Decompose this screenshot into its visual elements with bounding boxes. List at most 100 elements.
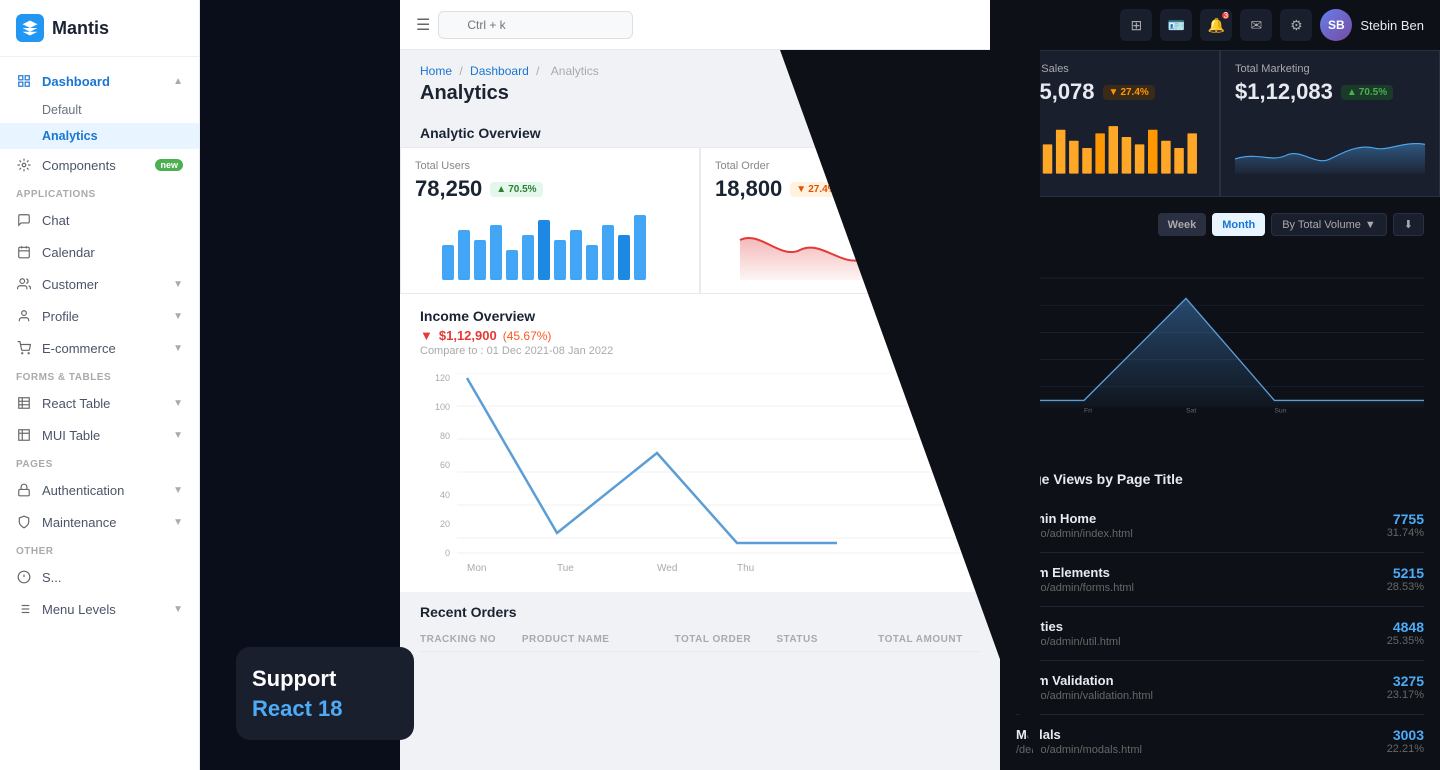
customer-label: Customer — [42, 277, 98, 292]
y-label-40: 40 — [440, 490, 450, 500]
income-section: Income Overview ▼ $1,12,900 (45.67%) Com… — [400, 294, 1000, 373]
pv-pct-1: 28.53% — [1387, 581, 1424, 593]
breadcrumb-sep1: / — [459, 64, 466, 78]
mui-table-chevron-icon: ▼ — [173, 430, 183, 441]
mail-icon[interactable]: ✉ — [1240, 9, 1272, 41]
btn-download[interactable]: ⬇ — [1393, 213, 1424, 236]
btn-month[interactable]: Month — [1212, 213, 1265, 236]
page-views-title: Page Views by Page Title — [1016, 471, 1424, 487]
support-popup[interactable]: Support React 18 — [236, 647, 414, 740]
main-content-dark: Total Sales $35,078 ▼ 27.4% — [1000, 50, 1440, 770]
maintenance-label: Maintenance — [42, 515, 116, 530]
settings-icon[interactable]: ⚙ — [1280, 9, 1312, 41]
sidebar-item-chat[interactable]: Chat — [0, 204, 199, 236]
user-name: Stebin Ben — [1360, 18, 1424, 33]
income-value: $1,12,900 — [439, 328, 497, 343]
section-applications: Applications — [0, 181, 199, 204]
calendar-label: Calendar — [42, 245, 95, 260]
avatar[interactable]: SB — [1320, 9, 1352, 41]
mui-table-icon — [16, 427, 32, 443]
components-badge: new — [155, 159, 183, 171]
total-order-label: Total Order — [715, 160, 985, 172]
col-product: PRODUCT NAME — [522, 634, 675, 645]
main-content-light: Home / Dashboard / Analytics Analytics A… — [400, 50, 1000, 770]
sidebar-logo[interactable]: Mantis — [0, 0, 199, 57]
hamburger-icon[interactable]: ☰ — [416, 15, 430, 35]
sidebar-item-profile[interactable]: Profile ▼ — [0, 300, 199, 332]
sidebar-item-components[interactable]: Components new — [0, 149, 199, 181]
pv-title-1: Form Elements — [1016, 565, 1134, 580]
y-label-120: 120 — [435, 373, 450, 383]
page-views-section: Page Views by Page Title Admin Home /dem… — [1000, 461, 1440, 768]
user-card-icon[interactable]: 🪪 — [1160, 9, 1192, 41]
income-chart-section: 120 100 80 60 40 20 0 — [400, 373, 1000, 592]
income-compare: Compare to : 01 Dec 2021-08 Jan 2022 — [420, 345, 613, 357]
card-total-users: Total Users 78,250 ▲ 70.5% — [400, 147, 700, 294]
btn-volume[interactable]: By Total Volume ▼ — [1271, 213, 1387, 236]
up-arrow-icon: ▲ — [496, 184, 506, 195]
menu-levels-label: Menu Levels — [42, 602, 116, 617]
y-label-60: 60 — [440, 460, 450, 470]
sidebar-item-authentication[interactable]: Authentication ▼ — [0, 474, 199, 506]
sidebar-nav: Dashboard ▲ Default Analytics Components… — [0, 57, 199, 770]
menu-levels-chevron-icon: ▼ — [173, 604, 183, 615]
chat-icon — [16, 212, 32, 228]
pv-title-0: Admin Home — [1016, 511, 1133, 526]
calendar-icon — [16, 244, 32, 260]
sidebar-item-menu-levels[interactable]: Menu Levels ▼ — [0, 593, 199, 625]
sidebar-item-dashboard[interactable]: Dashboard ▲ — [0, 65, 199, 97]
col-total-order: TOTAL ORDER — [675, 634, 777, 645]
breadcrumb-sep2: / — [536, 64, 543, 78]
topbar-left: ☰ — [400, 0, 990, 50]
sidebar-item-maintenance[interactable]: Maintenance ▼ — [0, 506, 199, 538]
maintenance-icon — [16, 514, 32, 530]
pv-row-2: Utilities /demo/admin/util.html 4848 25.… — [1016, 607, 1424, 661]
svg-text:Fri: Fri — [1084, 408, 1092, 415]
sidebar-sub-analytics[interactable]: Analytics — [0, 123, 199, 149]
sidebar-item-react-table[interactable]: React Table ▼ — [0, 387, 199, 419]
dashboard-chevron-icon: ▲ — [173, 76, 183, 87]
total-users-badge: ▲ 70.5% — [490, 182, 542, 197]
search-input[interactable] — [438, 11, 633, 39]
svg-text:Thu: Thu — [737, 563, 754, 573]
pv-pct-2: 25.35% — [1387, 635, 1424, 647]
sales-down-icon: ▼ — [1109, 87, 1119, 98]
menu-levels-icon — [16, 601, 32, 617]
breadcrumb-analytics: Analytics — [551, 64, 599, 78]
sidebar-item-customer[interactable]: Customer ▼ — [0, 268, 199, 300]
total-sales-badge: ▼ 27.4% — [1103, 85, 1155, 100]
pv-title-3: Form Validation — [1016, 673, 1153, 688]
svg-text:Mon: Mon — [467, 563, 486, 573]
ecommerce-chevron-icon: ▼ — [173, 343, 183, 354]
y-label-20: 20 — [440, 519, 450, 529]
card-total-order: Total Order 18,800 ▼ 27.4% — [700, 147, 1000, 294]
pv-row-0: Admin Home /demo/admin/index.html 7755 3… — [1016, 499, 1424, 553]
sidebar-item-mui-table[interactable]: MUI Table ▼ — [0, 419, 199, 451]
sidebar-item-sample[interactable]: S... — [0, 561, 199, 593]
y-label-80: 80 — [440, 431, 450, 441]
marketing-area-chart — [1235, 113, 1425, 183]
income-pct: (45.67%) — [503, 329, 552, 343]
card-total-marketing: Total Marketing $1,12,083 ▲ 70.5% — [1220, 50, 1440, 197]
auth-chevron-icon: ▼ — [173, 485, 183, 496]
sidebar-item-calendar[interactable]: Calendar — [0, 236, 199, 268]
page-title: Analytics — [420, 82, 980, 105]
svg-text:Tue: Tue — [557, 563, 574, 573]
y-label-100: 100 — [435, 402, 450, 412]
ecommerce-icon — [16, 340, 32, 356]
income-arrow-icon: ▼ — [420, 328, 433, 343]
authentication-label: Authentication — [42, 483, 124, 498]
notification-bell[interactable]: 🔔 3 — [1200, 9, 1232, 41]
grid-icon[interactable]: ⊞ — [1120, 9, 1152, 41]
sidebar-item-ecommerce[interactable]: E-commerce ▼ — [0, 332, 199, 364]
breadcrumb-home[interactable]: Home — [420, 64, 452, 78]
cards-row-light: Total Users 78,250 ▲ 70.5% — [400, 147, 1000, 294]
sidebar-sub-default[interactable]: Default — [0, 97, 199, 123]
ecommerce-label: E-commerce — [42, 341, 116, 356]
col-status: STATUS — [776, 634, 878, 645]
btn-week[interactable]: Week — [1158, 213, 1207, 236]
popup-line2: React 18 — [252, 695, 398, 724]
breadcrumb-dashboard[interactable]: Dashboard — [470, 64, 529, 78]
profile-label: Profile — [42, 309, 79, 324]
section-other: Other — [0, 538, 199, 561]
